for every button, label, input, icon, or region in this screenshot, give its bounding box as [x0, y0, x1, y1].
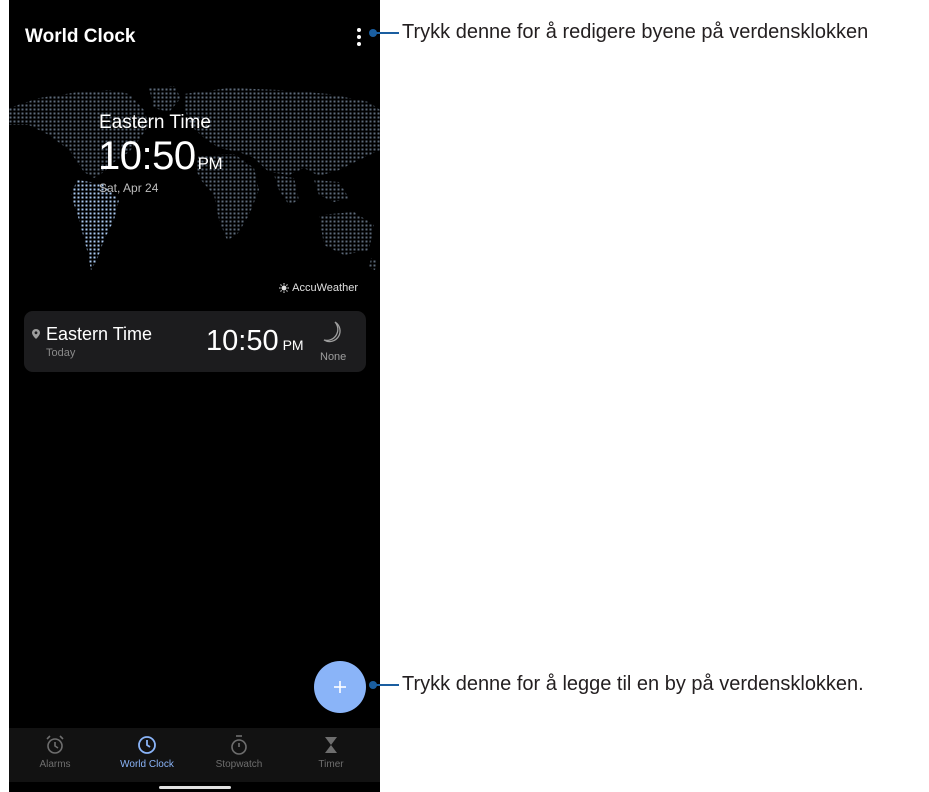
add-city-button[interactable] [314, 661, 366, 713]
tab-world-clock[interactable]: World Clock [101, 734, 193, 778]
more-options-button[interactable] [349, 24, 369, 50]
hero-ampm: PM [197, 154, 223, 173]
card-day: Today [46, 347, 76, 359]
tab-stopwatch-label: Stopwatch [215, 759, 263, 770]
hero-time-value: 10:50 [98, 134, 196, 178]
home-indicator [159, 786, 231, 789]
hero-city-name: Eastern Time [99, 112, 211, 133]
moon-icon [323, 321, 341, 343]
weather-provider-label: AccuWeather [292, 282, 358, 294]
callout-text-menu: Trykk denne for å redigere byene på verd… [402, 21, 869, 43]
hero-date: Sat, Apr 24 [99, 181, 159, 195]
more-vert-icon [357, 28, 361, 46]
tab-alarms[interactable]: Alarms [9, 734, 101, 778]
accuweather-sun-icon [279, 283, 290, 293]
hourglass-icon [325, 737, 337, 753]
hero-time: 10:50 PM [98, 134, 223, 179]
clock-icon [138, 736, 156, 754]
tab-timer[interactable]: Timer [285, 734, 377, 778]
callout-line-add [371, 684, 399, 686]
app-title: World Clock [25, 26, 136, 47]
tab-stopwatch[interactable]: Stopwatch [193, 734, 285, 778]
callout-text-add: Trykk denne for å legge til en by på ver… [402, 673, 864, 695]
stopwatch-icon [231, 735, 247, 755]
city-card[interactable]: Eastern Time Today 10:50 PM None [24, 311, 366, 372]
card-city-name: Eastern Time [46, 324, 153, 344]
card-weather-label: None [320, 351, 347, 363]
card-time: 10:50 PM [206, 325, 304, 358]
tab-alarms-label: Alarms [39, 759, 71, 770]
callout-line-menu [371, 32, 399, 34]
tab-world-clock-label: World Clock [120, 759, 174, 770]
phone-screen: World Clock Eastern Time 10:50 PM Sat, A… [9, 0, 380, 792]
weather-provider: AccuWeather [279, 282, 358, 294]
alarm-icon [46, 735, 64, 754]
card-time-value: 10:50 [206, 325, 279, 357]
plus-icon [334, 681, 346, 693]
location-pin-icon [32, 329, 40, 339]
tab-timer-label: Timer [318, 759, 344, 770]
bottom-navigation: Alarms World Clock Stopwatch Timer [9, 728, 380, 782]
card-ampm: PM [282, 337, 304, 353]
